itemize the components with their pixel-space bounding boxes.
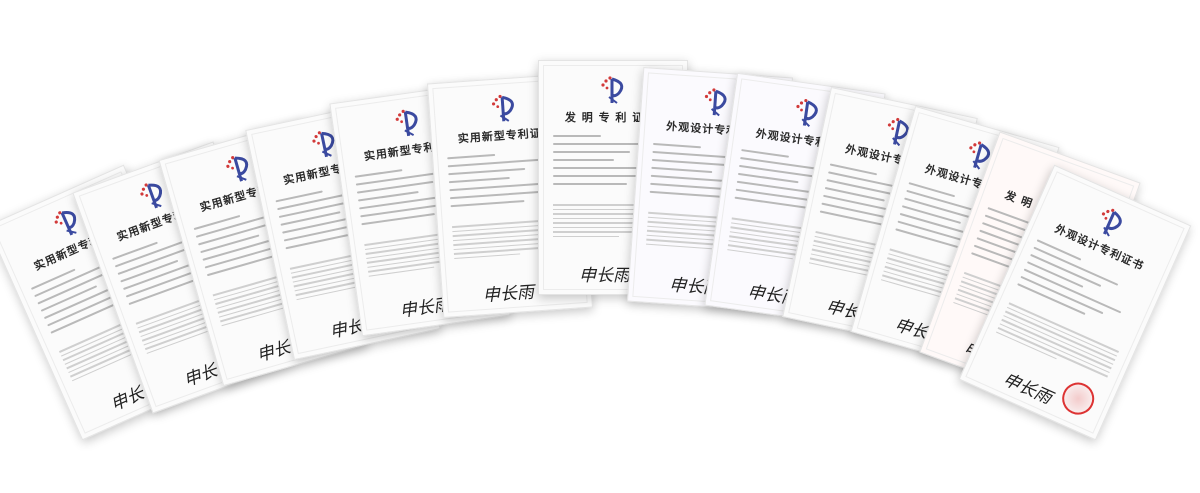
signature: 申长雨 (579, 266, 630, 286)
patent-office-emblem-icon (487, 90, 523, 126)
patent-office-emblem-icon (699, 84, 735, 120)
patent-office-emblem-icon (390, 104, 428, 142)
signature: 申长雨 (482, 282, 535, 307)
certificate-fan: 实用新型专利证书 申长雨 实用新型专利证书 申长雨 实用新型专利证书 申长雨 实用新型… (0, 0, 1200, 493)
patent-office-emblem-icon (597, 73, 631, 107)
